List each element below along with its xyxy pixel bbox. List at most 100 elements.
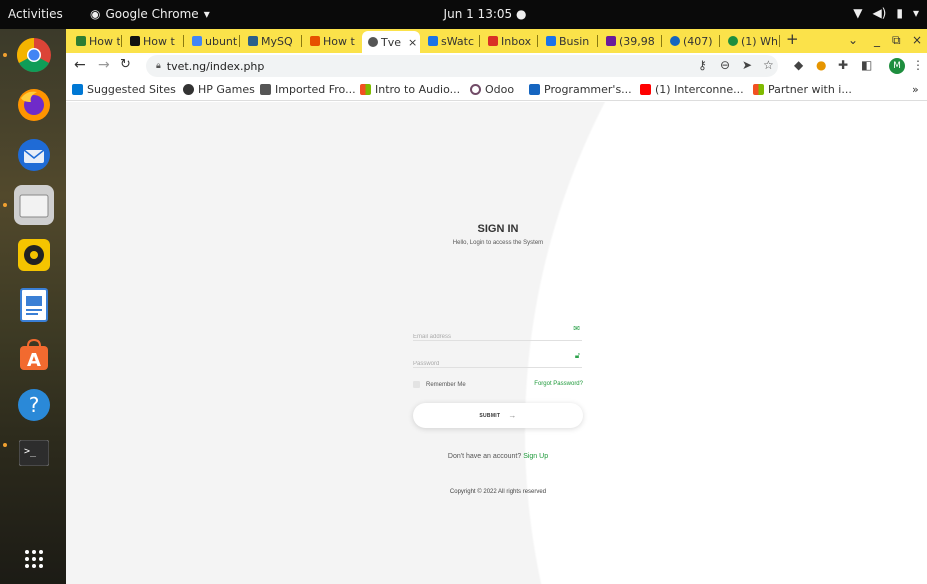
tab-10[interactable]: (39,98 (600, 32, 660, 50)
page-content: SIGN IN Hello, Login to access the Syste… (66, 102, 927, 584)
tab-8[interactable]: Inbox (482, 32, 536, 50)
running-indicator (3, 53, 7, 57)
files-icon[interactable] (14, 185, 54, 225)
no-account-text: Don't have an account? Sign Up (396, 453, 600, 460)
page-subtitle: Hello, Login to access the System (452, 240, 544, 246)
close-window-button[interactable]: × (912, 33, 922, 47)
tab-favicon (310, 36, 320, 46)
copyright: Copyright © 2022 All rights reserved (449, 489, 547, 495)
tab-label: ubunt (205, 34, 238, 48)
tab-active[interactable]: Tve × (362, 31, 420, 53)
puzzle-icon[interactable]: ✚ (838, 58, 848, 72)
bookmark-star-icon[interactable]: ☆ (763, 58, 774, 72)
bookmark-label: Suggested Sites (87, 83, 176, 96)
reload-button[interactable]: ↻ (120, 57, 131, 72)
odoo-icon (470, 84, 481, 95)
thunderbird-icon[interactable] (14, 135, 54, 175)
tab-search-icon[interactable]: ⌄ (848, 33, 858, 47)
clock-label: Jun 1 13:05 (443, 7, 513, 21)
chrome-icon[interactable] (14, 35, 54, 75)
bookmark-intro-audio[interactable]: Intro to Audio... (360, 83, 460, 96)
forgot-password-link[interactable]: Forgot Password? (506, 381, 583, 387)
software-icon[interactable]: A (14, 335, 54, 375)
password-input[interactable] (413, 361, 563, 367)
submit-button[interactable]: SUBMIT → (413, 403, 583, 428)
email-input[interactable] (413, 334, 563, 340)
bookmark-odoo[interactable]: Odoo (470, 83, 514, 96)
more-bookmarks-icon[interactable]: » (912, 83, 919, 96)
browser-window: How t How t ubunt MySQ How t Tve × sWatc … (66, 29, 927, 584)
app-menu-label: Google Chrome (105, 7, 199, 21)
key-icon[interactable]: ⚷ (698, 58, 707, 72)
help-icon[interactable]: ? (14, 385, 54, 425)
writer-icon[interactable] (14, 285, 54, 325)
microsoft-icon (360, 84, 371, 95)
tab-5[interactable]: How t (304, 32, 360, 50)
bookmark-label: Partner with i... (768, 83, 852, 96)
tab-11[interactable]: (407) (664, 32, 718, 50)
programmer-icon (529, 84, 540, 95)
minimize-button[interactable]: _ (874, 33, 880, 47)
app-menu[interactable]: ◉ Google Chrome ▾ (90, 7, 210, 21)
running-indicator (3, 443, 7, 447)
tab-label: MySQ (261, 34, 293, 48)
tab-favicon (728, 36, 738, 46)
remember-me[interactable]: Remember Me (413, 381, 466, 388)
tab-3[interactable]: ubunt (186, 32, 238, 50)
maximize-button[interactable]: ⧉ (892, 33, 901, 48)
page-title: SIGN IN (477, 223, 519, 235)
terminal-icon[interactable]: >_ (14, 433, 54, 473)
battery-icon: ▮ (896, 6, 903, 20)
submit-label: SUBMIT (479, 412, 501, 419)
tab-9[interactable]: Busin (540, 32, 596, 50)
tab-1[interactable]: How t (70, 32, 120, 50)
tab-favicon (546, 36, 556, 46)
bookmark-imported[interactable]: Imported Fro... (260, 83, 356, 96)
profile-avatar[interactable]: M (889, 58, 905, 74)
svg-text:A: A (27, 350, 41, 371)
bookmark-suggested-sites[interactable]: Suggested Sites (72, 83, 176, 96)
tab-favicon (428, 36, 438, 46)
tab-12[interactable]: (1) Wh (722, 32, 778, 50)
bookmark-programmers[interactable]: Programmer's... (529, 83, 632, 96)
bookmark-partner[interactable]: Partner with i... (753, 83, 852, 96)
rhythmbox-icon[interactable] (14, 235, 54, 275)
lock-icon: 🔓︎ (574, 351, 580, 360)
remember-label: Remember Me (426, 381, 466, 388)
send-icon[interactable]: ➤ (742, 58, 752, 72)
running-indicator (3, 203, 7, 207)
bookmarks-bar: Suggested Sites HP Games Imported Fro...… (66, 79, 927, 101)
apps-grid-icon[interactable] (14, 539, 54, 579)
activities-button[interactable]: Activities (8, 7, 63, 21)
microsoft-icon (753, 84, 764, 95)
tab-7[interactable]: sWatc (422, 32, 478, 50)
lock-icon: 🔒︎ (156, 61, 161, 71)
zoom-icon[interactable]: ⊖ (720, 58, 730, 72)
tab-2[interactable]: How t (124, 32, 182, 50)
sign-up-link[interactable]: Sign Up (523, 453, 548, 460)
bookmark-interconne[interactable]: (1) Interconne... (640, 83, 744, 96)
address-bar[interactable]: 🔒︎ tvet.ng/index.php (146, 55, 778, 77)
tab-4[interactable]: MySQ (242, 32, 300, 50)
tab-favicon (130, 36, 140, 46)
system-tray[interactable]: ▼ ◀) ▮ ▾ (853, 6, 919, 20)
extension-pumpkin-icon[interactable]: ● (816, 58, 826, 72)
tab-favicon (368, 37, 378, 47)
new-tab-button[interactable]: + (786, 30, 799, 48)
remember-checkbox[interactable] (413, 381, 420, 388)
bookmark-label: Programmer's... (544, 83, 632, 96)
tab-favicon (670, 36, 680, 46)
extension-shield-icon[interactable]: ◆ (794, 58, 803, 72)
close-icon[interactable]: × (408, 36, 417, 49)
no-account-label: Don't have an account? (447, 453, 522, 460)
menu-icon[interactable]: ⋮ (912, 58, 924, 72)
back-button[interactable]: ← (74, 57, 86, 73)
bookmark-hp-games[interactable]: HP Games (183, 83, 255, 96)
clock[interactable]: Jun 1 13:05 ● (430, 7, 540, 21)
forward-button[interactable]: → (98, 57, 110, 73)
firefox-icon[interactable] (14, 85, 54, 125)
sidepanel-icon[interactable]: ◧ (861, 58, 872, 72)
tab-label: (39,98 (619, 34, 655, 48)
svg-text:?: ? (29, 393, 40, 417)
chevron-down-icon: ▾ (912, 6, 919, 20)
